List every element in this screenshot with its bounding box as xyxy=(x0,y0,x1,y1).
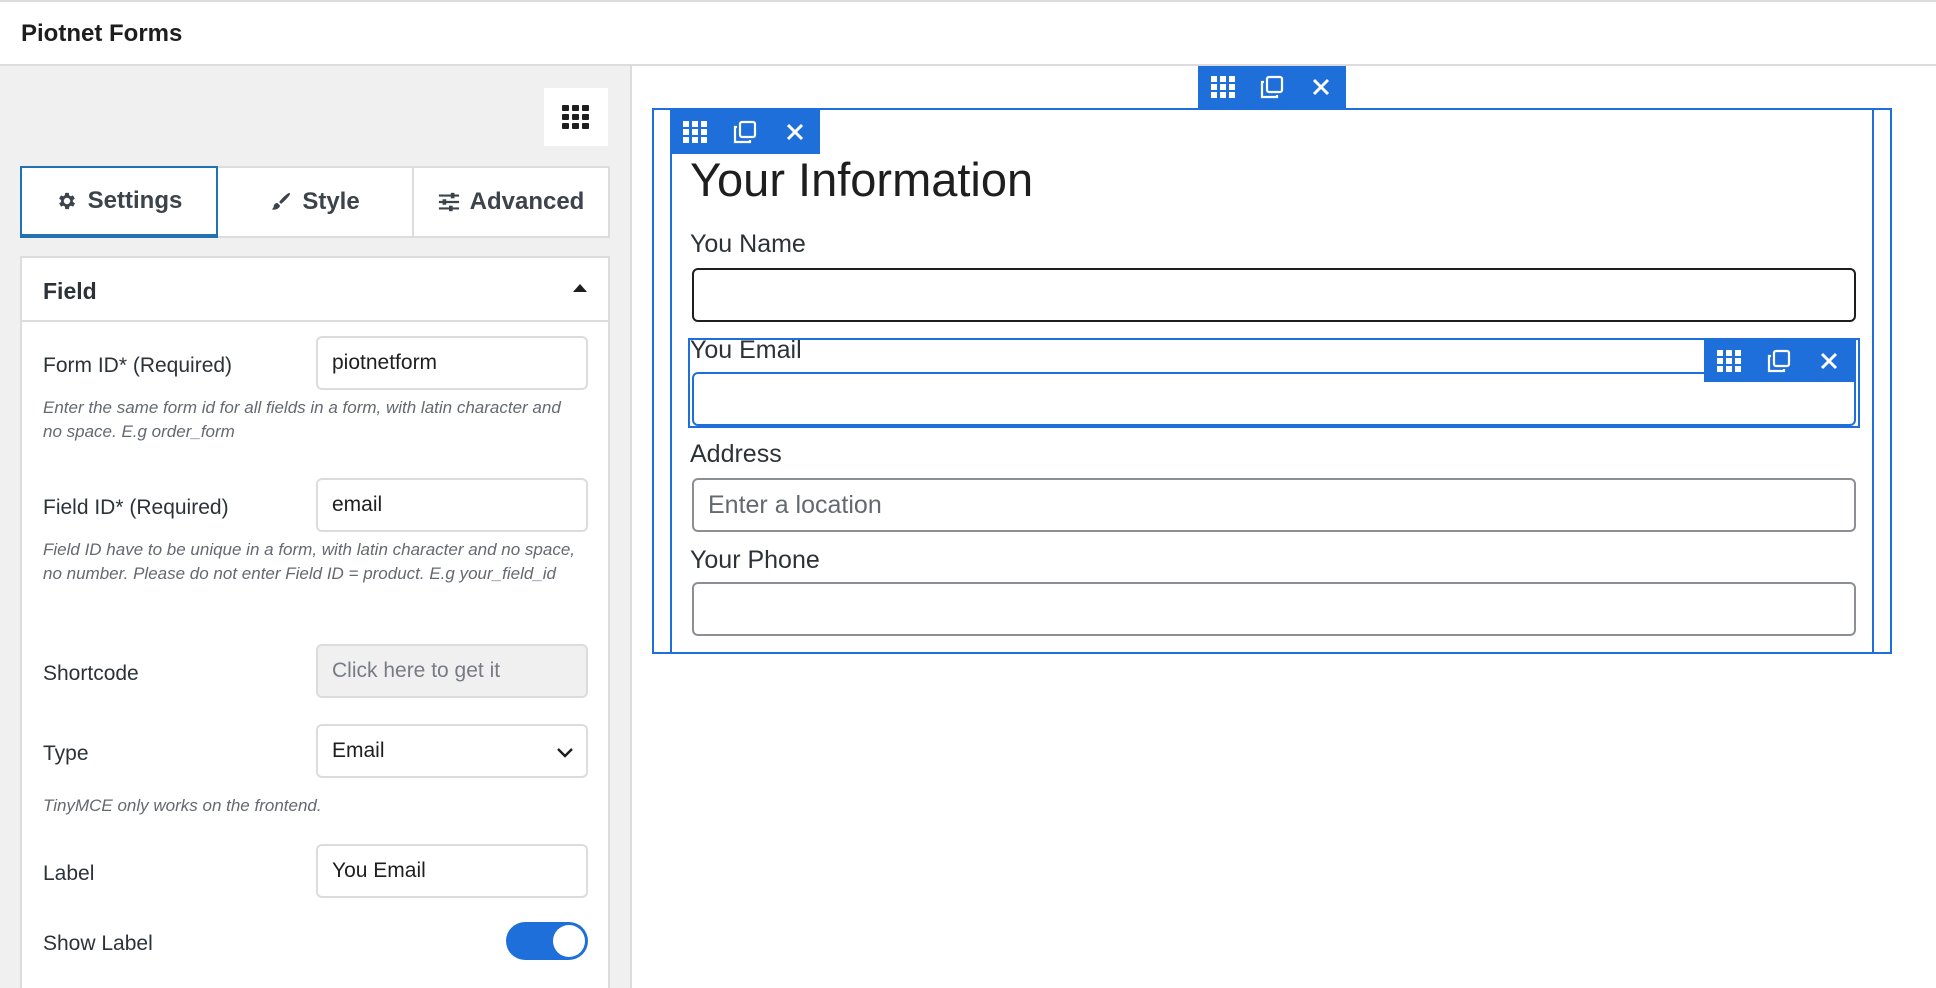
show-label-toggle[interactable] xyxy=(506,922,588,960)
phone-input[interactable] xyxy=(692,582,1856,636)
widget-delete-button[interactable] xyxy=(1804,340,1854,382)
widget-move-button[interactable] xyxy=(1704,340,1754,382)
grid-icon xyxy=(1210,76,1235,98)
field-settings-panel: Field Form ID* (Required) piotnetform En… xyxy=(20,256,610,988)
type-description: TinyMCE only works on the frontend. xyxy=(43,796,322,815)
sidebar-panel: Settings Style Advanced Field Form ID* (… xyxy=(0,66,632,988)
chevron-down-icon xyxy=(557,748,573,758)
label-input[interactable]: You Email xyxy=(316,844,588,898)
column-toolbar xyxy=(670,110,820,154)
brush-icon xyxy=(272,192,291,210)
form-heading: Your Information xyxy=(690,153,1034,206)
close-icon xyxy=(1313,78,1330,96)
tab-advanced[interactable]: Advanced xyxy=(414,168,608,236)
section-delete-button[interactable] xyxy=(1297,66,1346,108)
close-icon xyxy=(1820,352,1838,370)
name-input[interactable] xyxy=(692,268,1856,322)
app-title: Piotnet Forms xyxy=(21,20,183,47)
grid-icon xyxy=(562,105,589,129)
type-label: Type xyxy=(43,742,89,765)
shortcode-field[interactable]: Click here to get it xyxy=(316,644,588,698)
label-field-label: Label xyxy=(43,862,95,885)
duplicate-icon xyxy=(733,120,757,144)
section-toolbar xyxy=(1198,66,1346,108)
type-select[interactable]: Email xyxy=(316,724,588,778)
tab-settings-label: Settings xyxy=(87,187,183,214)
email-field-label: You Email xyxy=(690,336,802,364)
type-selected-value: Email xyxy=(332,739,385,762)
field-section-header[interactable]: Field xyxy=(22,258,608,322)
duplicate-icon xyxy=(1767,349,1791,373)
editor-canvas: Your Information You Name You Email Addr… xyxy=(634,66,1936,988)
column-move-button[interactable] xyxy=(670,110,720,154)
tab-style-label: Style xyxy=(302,188,360,215)
top-bar: Piotnet Forms xyxy=(0,0,1936,66)
close-icon xyxy=(786,123,804,141)
grid-icon xyxy=(1717,350,1741,372)
sliders-icon xyxy=(438,192,459,212)
duplicate-icon xyxy=(1260,75,1284,99)
column-duplicate-button[interactable] xyxy=(720,110,770,154)
name-field-label: You Name xyxy=(690,230,806,258)
form-id-label: Form ID* (Required) xyxy=(43,354,233,377)
form-id-input[interactable]: piotnetform xyxy=(316,336,588,390)
widgets-grid-button[interactable] xyxy=(544,88,608,146)
field-id-input[interactable]: email xyxy=(316,478,588,532)
column-delete-button[interactable] xyxy=(770,110,820,154)
field-id-description: Field ID have to be unique in a form, wi… xyxy=(43,540,576,583)
email-input[interactable] xyxy=(692,372,1856,426)
tab-style[interactable]: Style xyxy=(218,168,414,236)
section-move-button[interactable] xyxy=(1198,66,1247,108)
section-title: Field xyxy=(43,278,97,304)
address-field-label: Address xyxy=(690,440,782,468)
email-widget-toolbar xyxy=(1704,340,1856,382)
toggle-knob xyxy=(553,925,585,957)
gear-icon xyxy=(58,192,75,210)
tab-advanced-label: Advanced xyxy=(469,188,585,215)
grid-icon xyxy=(683,121,707,143)
show-label-label: Show Label xyxy=(43,932,153,955)
form-id-description: Enter the same form id for all fields in… xyxy=(43,398,561,441)
field-id-label: Field ID* (Required) xyxy=(43,496,229,519)
shortcode-label: Shortcode xyxy=(43,662,139,685)
widget-duplicate-button[interactable] xyxy=(1754,340,1804,382)
phone-field-label: Your Phone xyxy=(690,546,820,574)
section-duplicate-button[interactable] xyxy=(1247,66,1296,108)
address-input[interactable]: Enter a location xyxy=(692,478,1856,532)
tab-settings[interactable]: Settings xyxy=(20,166,218,238)
settings-tabs: Settings Style Advanced xyxy=(20,166,610,238)
caret-up-icon xyxy=(573,284,587,292)
